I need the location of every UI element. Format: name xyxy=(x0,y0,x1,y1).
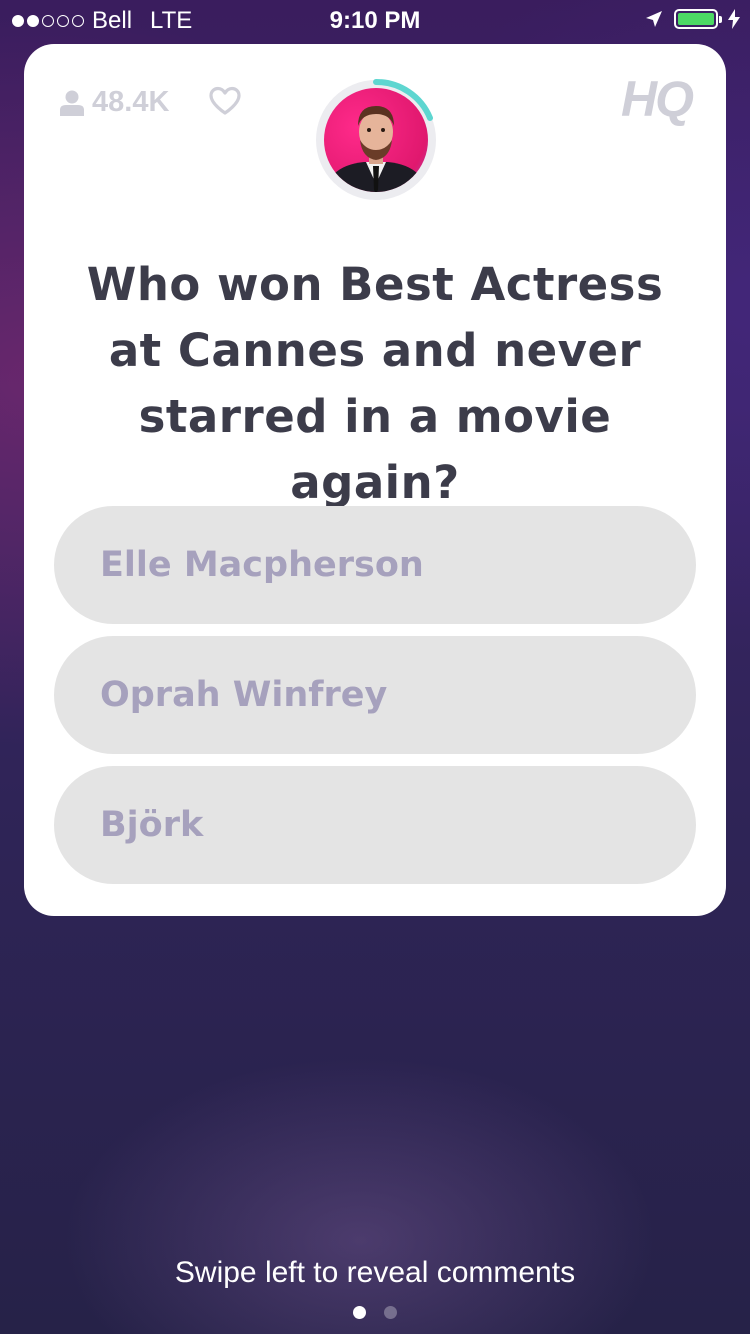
question-card: 48.4K HQ Who won Best Actress at Cannes … xyxy=(24,44,726,916)
page-dot-1[interactable] xyxy=(353,1306,366,1319)
answer-option-3[interactable]: Björk xyxy=(54,766,696,884)
page-indicator[interactable] xyxy=(0,1306,750,1319)
location-arrow-icon xyxy=(646,11,662,27)
hq-logo: HQ xyxy=(621,71,694,127)
charging-bolt-icon xyxy=(728,9,740,29)
status-right xyxy=(644,9,740,29)
viewer-count-value: 48.4K xyxy=(92,86,170,118)
page-dot-2[interactable] xyxy=(384,1306,397,1319)
clock: 9:10 PM xyxy=(329,7,421,34)
answer-option-2[interactable]: Oprah Winfrey xyxy=(54,636,696,754)
heart-icon[interactable] xyxy=(208,86,242,116)
swipe-hint: Swipe left to reveal comments xyxy=(174,1256,576,1289)
person-icon xyxy=(60,90,84,116)
viewer-count: 48.4K xyxy=(60,86,169,119)
answer-option-1[interactable]: Elle Macpherson xyxy=(54,506,696,624)
battery-icon xyxy=(674,9,722,29)
question-text: Who won Best Actress at Cannes and never… xyxy=(86,258,664,509)
status-bar: Bell LTE 9:10 PM xyxy=(0,0,750,40)
host-avatar xyxy=(314,78,438,202)
